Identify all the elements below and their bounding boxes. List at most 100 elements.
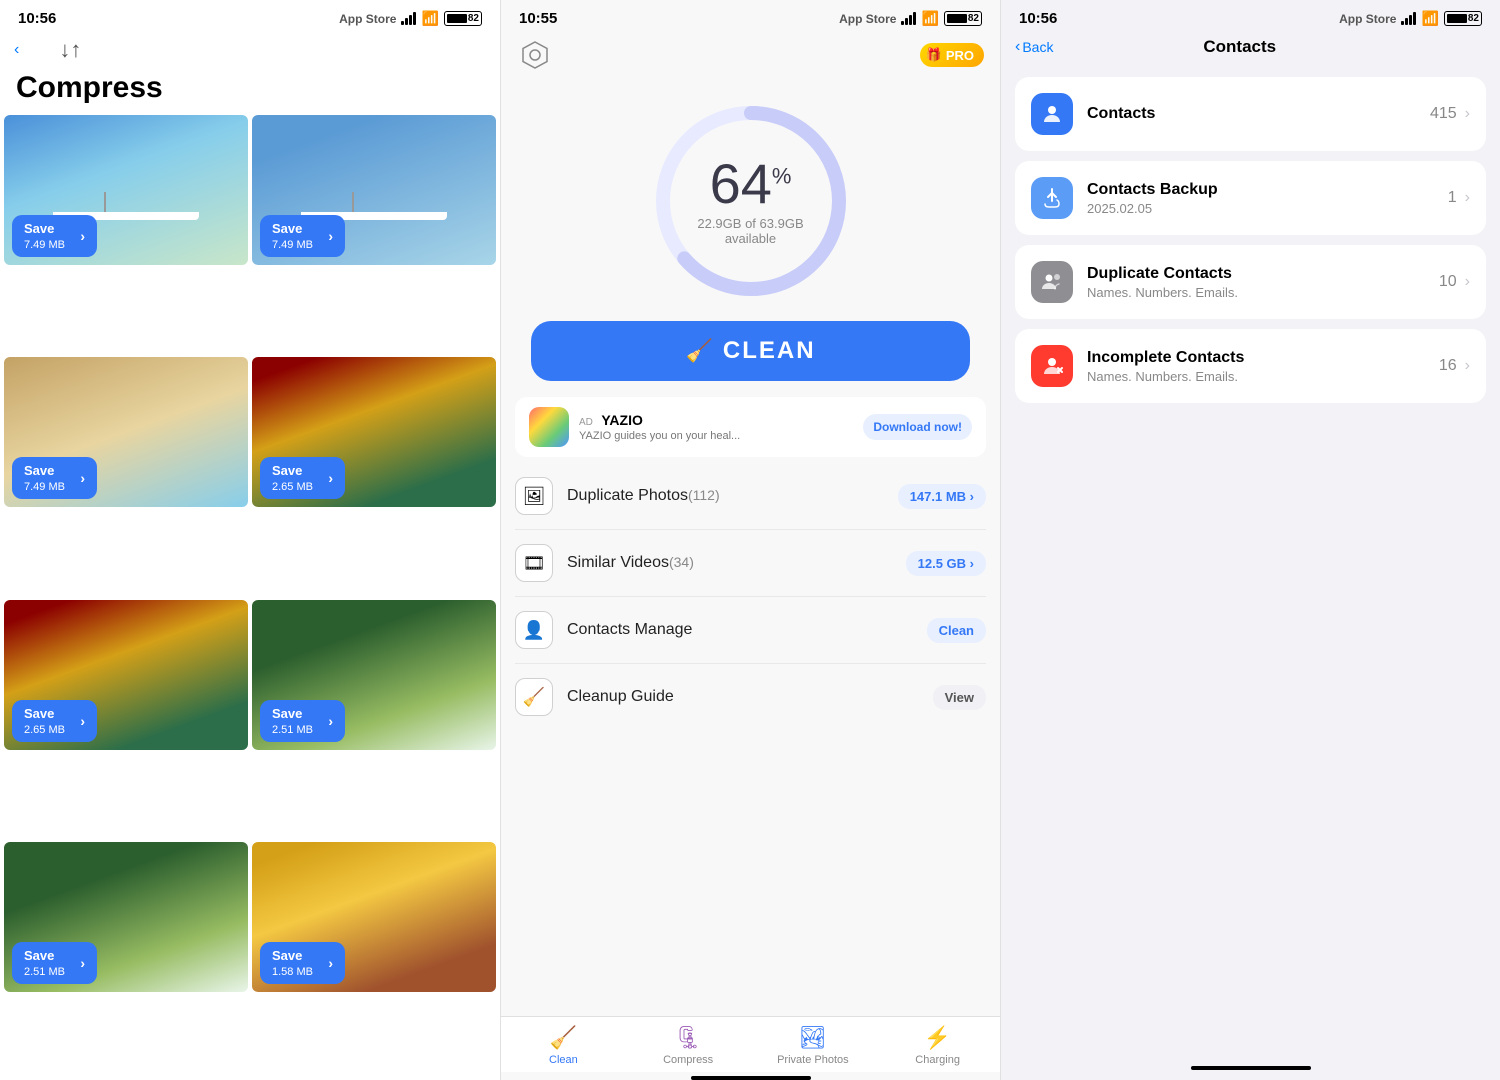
save-button-1[interactable]: Save7.49 MB › — [12, 215, 97, 257]
ad-header: AD YAZIO — [579, 412, 853, 430]
backup-sub: 2025.02.05 — [1087, 201, 1434, 216]
back-button-1[interactable]: ‹ — [14, 41, 21, 59]
save-button-7[interactable]: Save2.51 MB › — [12, 942, 97, 984]
backup-right: 1 › — [1448, 189, 1470, 207]
tab-private[interactable]: 🏞 Private Photos — [751, 1025, 876, 1066]
tab-clean[interactable]: 🧹 Clean — [501, 1025, 626, 1066]
signal-icon-1 — [401, 12, 416, 25]
private-tab-label: Private Photos — [777, 1054, 849, 1066]
incomplete-item[interactable]: Incomplete Contacts Names. Numbers. Emai… — [1015, 329, 1486, 403]
arrow-icon-7: › — [80, 955, 85, 971]
save-button-2[interactable]: Save7.49 MB › — [260, 215, 345, 257]
duplicate-item[interactable]: Duplicate Contacts Names. Numbers. Email… — [1015, 245, 1486, 319]
save-button-4[interactable]: Save2.65 MB › — [260, 457, 345, 499]
duplicate-count: 10 — [1439, 273, 1457, 291]
sort-button[interactable]: ↓↑ — [21, 37, 81, 63]
chevron-left-icon-1: ‹ — [14, 41, 19, 59]
incomplete-person-icon — [1040, 354, 1064, 378]
contacts-list: Contacts 415 › Contacts Backup 2025.02.0… — [1001, 65, 1500, 1056]
chevron-right-icon-4: › — [1465, 357, 1470, 375]
status-icons-2: App Store 📶 82 — [839, 10, 982, 27]
charging-tab-icon: ⚡ — [924, 1025, 951, 1051]
backup-info: Contacts Backup 2025.02.05 — [1087, 181, 1434, 216]
chevron-right-icon-1: › — [1465, 105, 1470, 123]
ad-banner[interactable]: AD YAZIO YAZIO guides you on your heal..… — [515, 397, 986, 457]
arrow-icon-3: › — [80, 470, 85, 486]
pro-label: PRO — [946, 48, 974, 63]
save-button-5[interactable]: Save2.65 MB › — [12, 700, 97, 742]
dup-photos-badge: 147.1 MB › — [898, 484, 986, 509]
duplicate-name: Duplicate Contacts — [1087, 265, 1425, 283]
time-1: 10:56 — [18, 10, 56, 27]
photo-cell-3[interactable]: Save7.49 MB › — [4, 357, 248, 507]
tab-compress[interactable]: 🗜 Compress — [626, 1025, 751, 1066]
private-tab-icon: 🏞 — [799, 1025, 827, 1051]
backup-name: Contacts Backup — [1087, 181, 1434, 199]
ad-desc: YAZIO guides you on your heal... — [579, 430, 853, 442]
save-label-6: Save2.51 MB — [272, 706, 313, 736]
pro-badge[interactable]: 🎁 PRO — [920, 43, 984, 67]
incomplete-count: 16 — [1439, 357, 1457, 375]
duplicate-info: Duplicate Contacts Names. Numbers. Email… — [1087, 265, 1425, 300]
signal-icon-3 — [1401, 12, 1416, 25]
backup-item[interactable]: Contacts Backup 2025.02.05 1 › — [1015, 161, 1486, 235]
tab-charging[interactable]: ⚡ Charging — [875, 1025, 1000, 1066]
clean-panel: 10:55 App Store 📶 82 🎁 PRO — [500, 0, 1000, 1080]
ad-name: YAZIO — [601, 412, 643, 428]
save-label-7: Save2.51 MB — [24, 948, 65, 978]
arrow-icon-4: › — [328, 470, 333, 486]
contacts-name: Contacts Manage — [567, 621, 913, 639]
dup-photos-icon: 🖼 — [515, 477, 553, 515]
photo-cell-1[interactable]: Save7.49 MB › — [4, 115, 248, 265]
duplicate-sub: Names. Numbers. Emails. — [1087, 285, 1425, 300]
contacts-right: 415 › — [1430, 105, 1470, 123]
photo-cell-2[interactable]: Save7.49 MB › — [252, 115, 496, 265]
back-button-3[interactable]: ‹ Back — [1015, 38, 1053, 56]
ad-download-button[interactable]: Download now! — [863, 414, 972, 440]
compress-tab-icon: 🗜 — [674, 1025, 702, 1051]
nav-title-3: Contacts — [1053, 37, 1426, 57]
clean-tab-label: Clean — [549, 1054, 578, 1066]
signal-icon-2 — [901, 12, 916, 25]
cleanup-icon: 🧹 — [515, 678, 553, 716]
storage-circle: 64% 22.9GB of 63.9GB available — [651, 101, 851, 301]
cleanup-name: Cleanup Guide — [567, 688, 919, 706]
time-3: 10:56 — [1019, 10, 1057, 27]
save-button-6[interactable]: Save2.51 MB › — [260, 700, 345, 742]
incomplete-item-icon — [1031, 345, 1073, 387]
save-button-3[interactable]: Save7.49 MB › — [12, 457, 97, 499]
person-icon — [1040, 102, 1064, 126]
clean-button[interactable]: 🧹 CLEAN — [531, 321, 970, 381]
photo-grid: Save7.49 MB › Save7.49 MB › Save7.49 MB … — [0, 115, 500, 1080]
contacts-item-icon — [1031, 93, 1073, 135]
sort-icon: ↓↑ — [59, 37, 81, 62]
broom-icon: 🧹 — [685, 338, 712, 364]
photo-cell-7[interactable]: Save2.51 MB › — [4, 842, 248, 992]
photo-cell-8[interactable]: Save1.58 MB › — [252, 842, 496, 992]
page-title-1: Compress — [0, 71, 500, 115]
clean-tab-icon: 🧹 — [550, 1025, 577, 1051]
settings-hex-icon[interactable] — [517, 37, 553, 73]
battery-3: 82 — [1444, 11, 1482, 26]
incomplete-right: 16 › — [1439, 357, 1470, 375]
duplicate-right: 10 › — [1439, 273, 1470, 291]
charging-tab-label: Charging — [915, 1054, 960, 1066]
photo-cell-4[interactable]: Save2.65 MB › — [252, 357, 496, 507]
feature-list: 🖼 Duplicate Photos(112) 147.1 MB › 🎞 Sim… — [501, 463, 1000, 1016]
status-bar-3: 10:56 App Store 📶 82 — [1001, 0, 1500, 33]
arrow-icon-5: › — [80, 713, 85, 729]
duplicate-item-icon — [1031, 261, 1073, 303]
ad-app-icon — [529, 407, 569, 447]
backup-count: 1 — [1448, 189, 1457, 207]
ad-text: AD YAZIO YAZIO guides you on your heal..… — [579, 412, 853, 442]
arrow-icon-8: › — [328, 955, 333, 971]
feature-item-cleanup[interactable]: 🧹 Cleanup Guide View — [515, 664, 986, 730]
battery-1: 82 — [444, 11, 482, 26]
contacts-item[interactable]: Contacts 415 › — [1015, 77, 1486, 151]
photo-cell-6[interactable]: Save2.51 MB › — [252, 600, 496, 750]
feature-item-contacts[interactable]: 👤 Contacts Manage Clean — [515, 597, 986, 664]
feature-item-dup-photos[interactable]: 🖼 Duplicate Photos(112) 147.1 MB › — [515, 463, 986, 530]
photo-cell-5[interactable]: Save2.65 MB › — [4, 600, 248, 750]
save-button-8[interactable]: Save1.58 MB › — [260, 942, 345, 984]
feature-item-sim-videos[interactable]: 🎞 Similar Videos(34) 12.5 GB › — [515, 530, 986, 597]
